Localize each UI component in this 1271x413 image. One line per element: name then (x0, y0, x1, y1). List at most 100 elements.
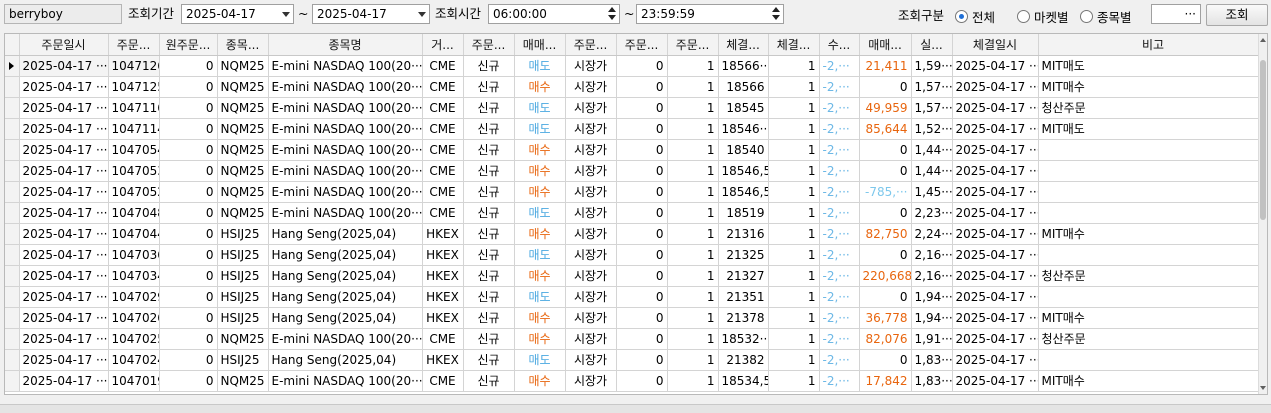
table-row[interactable]: 2025-04-17 ···10470540NQM25E-mini NASDAQ… (5, 139, 1267, 161)
row-indicator[interactable] (5, 160, 20, 182)
column-header[interactable]: 실... (911, 34, 953, 56)
table-cell: 1 (768, 349, 820, 371)
table-row[interactable]: 2025-04-17 ···10470530NQM25E-mini NASDAQ… (5, 160, 1267, 182)
table-cell: 2025-04-17 ··· (19, 265, 109, 287)
table-row[interactable]: 2025-04-17 ···10470480NQM25E-mini NASDAQ… (5, 202, 1267, 224)
radio-all[interactable]: 전체 (955, 6, 995, 26)
table-cell: 1 (667, 244, 719, 266)
vertical-scrollbar[interactable] (1258, 34, 1267, 394)
column-header[interactable]: 종목... (217, 34, 269, 56)
table-cell: 1 (768, 139, 820, 161)
table-cell: E-mini NASDAQ 100(20··· (268, 118, 423, 140)
search-button[interactable]: 조회 (1206, 4, 1268, 26)
radio-market[interactable]: 마켓별 (1017, 6, 1069, 26)
table-cell: E-mini NASDAQ 100(20··· (268, 328, 423, 350)
date-from-combo[interactable]: 2025-04-17 (181, 4, 294, 24)
table-cell: 2025-04-17 ··· (952, 76, 1039, 98)
scroll-up-icon[interactable] (1260, 38, 1266, 42)
column-header[interactable]: 종목명 (268, 34, 423, 56)
row-indicator[interactable] (5, 55, 20, 77)
row-indicator[interactable] (5, 265, 20, 287)
row-indicator[interactable] (5, 370, 20, 392)
column-header[interactable]: 체결... (768, 34, 820, 56)
table-row[interactable]: 2025-04-17 ···10470340HSIJ25Hang Seng(20… (5, 265, 1267, 287)
row-indicator[interactable] (5, 118, 20, 140)
column-header[interactable]: 주문... (108, 34, 160, 56)
table-cell: CME (422, 160, 464, 182)
table-cell: HKEX (422, 349, 464, 371)
column-header[interactable]: 원주문... (159, 34, 218, 56)
table-row[interactable]: 2025-04-17 ···10470440HSIJ25Hang Seng(20… (5, 223, 1267, 245)
column-header[interactable]: 매매... (859, 34, 912, 56)
row-indicator[interactable] (5, 307, 20, 329)
table-cell: 0 (859, 286, 912, 308)
table-body: 2025-04-17 ···10471260NQM25E-mini NASDAQ… (5, 55, 1267, 392)
column-header[interactable]: 비고 (1038, 34, 1267, 56)
row-indicator[interactable] (5, 286, 20, 308)
table-cell: 2025-04-17 ··· (952, 223, 1039, 245)
table-row[interactable]: 2025-04-17 ···10470360HSIJ25Hang Seng(20… (5, 244, 1267, 266)
column-header[interactable]: 주문... (616, 34, 668, 56)
table-row[interactable]: 2025-04-17 ···10470240HSIJ25Hang Seng(20… (5, 349, 1267, 371)
query-type-label: 조회구분 (898, 8, 945, 23)
scroll-down-icon[interactable] (1260, 386, 1266, 390)
table-cell (1038, 286, 1267, 308)
row-indicator[interactable] (5, 202, 20, 224)
table-cell: MIT매수 (1038, 223, 1267, 245)
table-row[interactable]: 2025-04-17 ···10470190NQM25E-mini NASDAQ… (5, 370, 1267, 392)
time-from-spinner[interactable]: 06:00:00 (488, 4, 620, 24)
column-header[interactable]: 주문... (565, 34, 617, 56)
table-cell: 1 (768, 97, 820, 119)
column-header[interactable]: 주문... (463, 34, 515, 56)
extra-field[interactable]: ··· (1151, 4, 1201, 24)
row-indicator[interactable] (5, 244, 20, 266)
account-field[interactable]: berryboy (4, 4, 122, 24)
spin-arrows-icon[interactable] (607, 6, 617, 22)
table-row[interactable]: 2025-04-17 ···10471140NQM25E-mini NASDAQ… (5, 118, 1267, 140)
table-cell: 0 (859, 139, 912, 161)
spin-arrows-icon[interactable] (771, 6, 781, 22)
table-cell: 0 (859, 349, 912, 371)
table-cell: -2,··· (819, 349, 860, 371)
table-cell: NQM25 (217, 97, 269, 119)
table-cell: 1 (667, 76, 719, 98)
row-indicator[interactable] (5, 181, 20, 203)
table-row[interactable]: 2025-04-17 ···10470520NQM25E-mini NASDAQ… (5, 181, 1267, 203)
table-row[interactable]: 2025-04-17 ···10471260NQM25E-mini NASDAQ… (5, 55, 1267, 77)
table-cell: 시장가 (565, 181, 617, 203)
row-indicator[interactable] (5, 223, 20, 245)
chevron-down-icon[interactable] (418, 12, 426, 17)
row-indicator[interactable] (5, 328, 20, 350)
table-row[interactable]: 2025-04-17 ···10471160NQM25E-mini NASDAQ… (5, 97, 1267, 119)
table-cell: 1,83··· (911, 349, 953, 371)
scroll-thumb[interactable] (1260, 60, 1266, 220)
radio-symbol[interactable]: 종목별 (1080, 6, 1132, 26)
row-indicator[interactable] (5, 97, 20, 119)
time-to-spinner[interactable]: 23:59:59 (636, 4, 784, 24)
table-cell: -2,··· (819, 265, 860, 287)
table-cell: 17,842 (859, 370, 912, 392)
column-header[interactable]: 체결... (718, 34, 769, 56)
column-header[interactable]: 매매... (514, 34, 566, 56)
row-indicator[interactable] (5, 76, 20, 98)
table-cell: 18534,5 (718, 370, 769, 392)
table-cell: 0 (859, 76, 912, 98)
table-cell: 1047026 (108, 307, 160, 329)
column-header[interactable]: 거... (422, 34, 464, 56)
table-cell: 2,16··· (911, 265, 953, 287)
table-row[interactable]: 2025-04-17 ···10470250NQM25E-mini NASDAQ… (5, 328, 1267, 350)
chevron-down-icon[interactable] (282, 12, 290, 17)
table-cell: 1 (768, 118, 820, 140)
table-row[interactable]: 2025-04-17 ···10470260HSIJ25Hang Seng(20… (5, 307, 1267, 329)
table-cell: 21,411 (859, 55, 912, 77)
row-indicator[interactable] (5, 349, 20, 371)
table-cell: HKEX (422, 265, 464, 287)
column-header[interactable]: 주문일시 (19, 34, 109, 56)
column-header[interactable]: 체결일시 (952, 34, 1039, 56)
column-header[interactable]: 수... (819, 34, 860, 56)
table-row[interactable]: 2025-04-17 ···10471250NQM25E-mini NASDAQ… (5, 76, 1267, 98)
column-header[interactable]: 주문... (667, 34, 719, 56)
table-row[interactable]: 2025-04-17 ···10470290HSIJ25Hang Seng(20… (5, 286, 1267, 308)
row-indicator[interactable] (5, 139, 20, 161)
date-to-combo[interactable]: 2025-04-17 (312, 4, 430, 24)
